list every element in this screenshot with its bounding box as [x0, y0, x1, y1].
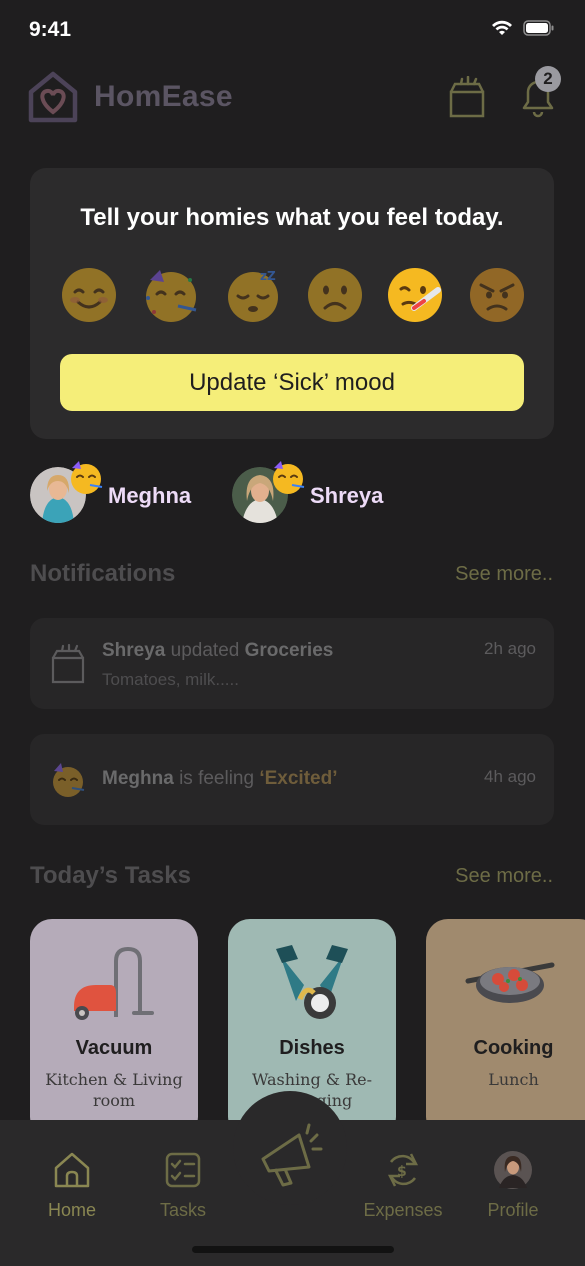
cooking-pan-icon [465, 962, 555, 1003]
homie-name: Shreya [310, 483, 384, 508]
announce-fab-button[interactable] [233, 1091, 347, 1205]
partying-face-icon [53, 763, 85, 797]
notification-actor: Shreya [102, 640, 166, 661]
avatar [232, 461, 305, 525]
vacuum-icon [74, 946, 154, 1020]
notification-time: 2h ago [484, 639, 536, 658]
dishes-icon [276, 945, 348, 1019]
notification-text: Meghna is feeling ‘Excited’ [102, 768, 338, 790]
grocery-bag-icon [51, 644, 85, 684]
angry-face-icon[interactable] [468, 266, 526, 324]
notification-object: ‘Excited’ [259, 768, 338, 789]
status-icons [491, 20, 555, 36]
wifi-icon [492, 20, 512, 35]
update-mood-button[interactable]: Update ‘Sick’ mood [60, 354, 524, 411]
grocery-bag-icon[interactable] [448, 76, 486, 118]
notification-verb: updated [170, 640, 240, 661]
partying-face-icon [273, 461, 305, 494]
status-bar: 9:41 [0, 0, 585, 60]
app-header: HomEase [0, 66, 585, 130]
partying-face-icon[interactable] [142, 266, 200, 324]
notification-time: 4h ago [484, 767, 536, 786]
avatar [30, 461, 103, 525]
svg-text:zZ: zZ [260, 269, 276, 283]
frowning-face-icon[interactable] [306, 266, 364, 324]
checklist-icon [165, 1152, 201, 1188]
nav-expenses[interactable]: $ Expenses [358, 1150, 448, 1221]
nav-label: Home [47, 1200, 96, 1220]
sleeping-face-icon[interactable]: zZ [224, 266, 282, 324]
brand-name: HomEase [94, 80, 233, 113]
notification-text: Shreya updated Groceries [102, 640, 333, 662]
battery-icon [523, 20, 554, 36]
nav-label: Tasks [159, 1200, 206, 1220]
megaphone-icon [261, 1123, 323, 1187]
notifications-see-more-link[interactable]: See more.. [455, 563, 553, 586]
homie-shreya[interactable]: Shreya [232, 461, 384, 526]
notification-item[interactable]: Meghna is feeling ‘Excited’ 4h ago [30, 734, 554, 825]
svg-text:$: $ [397, 1164, 407, 1180]
nav-home[interactable]: Home [27, 1150, 117, 1221]
task-subtitle: Kitchen & Living room [45, 1070, 183, 1110]
task-title: Vacuum [75, 1037, 153, 1059]
nav-tasks[interactable]: Tasks [138, 1150, 228, 1221]
status-time: 9:41 [29, 18, 72, 41]
thermometer-face-icon[interactable] [386, 266, 444, 324]
house-heart-icon [28, 71, 78, 123]
notification-actor: Meghna [102, 768, 174, 789]
home-indicator [192, 1246, 394, 1253]
mood-picker: zZ [58, 266, 528, 326]
partying-face-icon [71, 461, 103, 494]
task-title: Cooking [473, 1037, 554, 1059]
money-cycle-icon: $ [387, 1153, 419, 1187]
homie-name: Meghna [108, 483, 192, 508]
notification-detail: Tomatoes, milk..... [102, 670, 239, 689]
home-icon [54, 1152, 90, 1188]
notification-item[interactable]: Shreya updated Groceries Tomatoes, milk.… [30, 618, 554, 709]
smiling-face-icon[interactable] [60, 266, 118, 324]
task-subtitle: Lunch [488, 1070, 539, 1089]
mood-prompt: Tell your homies what you feel today. [80, 204, 504, 231]
mood-card: Tell your homies what you feel today. zZ [30, 168, 554, 439]
avatar-icon [494, 1151, 532, 1189]
notifications-heading: Notifications [30, 560, 176, 587]
nav-profile[interactable]: Profile [468, 1150, 558, 1221]
notification-count-badge: 2 [535, 66, 561, 92]
homie-meghna[interactable]: Meghna [30, 461, 192, 526]
task-title: Dishes [279, 1037, 345, 1059]
notification-object: Groceries [244, 640, 334, 661]
notification-verb: is feeling [179, 768, 255, 789]
nav-label: Expenses [363, 1200, 443, 1220]
tasks-heading: Today’s Tasks [30, 862, 191, 889]
tasks-see-more-link[interactable]: See more.. [455, 865, 553, 888]
task-card-vacuum[interactable]: Vacuum Kitchen & Living room [30, 919, 198, 1139]
nav-label: Profile [487, 1200, 539, 1220]
task-card-cooking[interactable]: Cooking Lunch [426, 919, 585, 1139]
